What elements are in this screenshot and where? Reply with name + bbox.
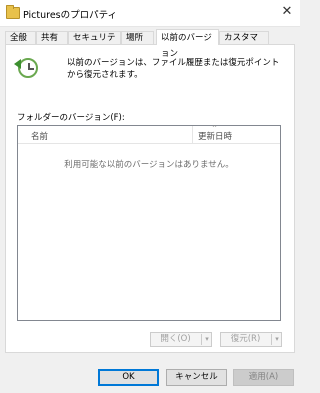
chevron-down-icon[interactable]: ▾ [272, 333, 282, 346]
restore-split-button[interactable]: 復元(R) ▾ [220, 332, 282, 347]
window-title: Picturesのプロパティ [23, 10, 118, 21]
tab-security[interactable]: セキュリティ [68, 31, 121, 56]
cancel-button[interactable]: キャンセル [166, 369, 227, 386]
sort-indicator-icon: ^ [212, 125, 218, 132]
open-split-button[interactable]: 開く(O) ▾ [150, 332, 212, 347]
folder-versions-label: フォルダーのバージョン(F): [17, 113, 125, 123]
tab-previous-versions[interactable]: 以前のバージョン [156, 29, 219, 59]
apply-button[interactable]: 適用(A) [233, 369, 294, 386]
close-button[interactable]: ✕ [280, 5, 294, 19]
tab-general[interactable]: 全般 [5, 31, 36, 44]
tab-sharing[interactable]: 共有 [36, 31, 68, 44]
folder-icon [6, 5, 20, 19]
title-bar: Picturesのプロパティ ✕ [0, 0, 300, 27]
tab-location[interactable]: 場所 [121, 31, 154, 44]
column-header-name[interactable]: 名前 [31, 130, 48, 142]
empty-list-message: 利用可能な以前のバージョンはありません。 [64, 160, 234, 170]
open-button-label: 開く(O) [160, 334, 191, 344]
column-divider[interactable] [192, 126, 193, 143]
restore-button-label: 復元(R) [230, 334, 261, 344]
list-header: 名前 更新日時 ^ [18, 125, 280, 144]
folder-versions-list[interactable]: 名前 更新日時 ^ 利用可能な以前のバージョンはありません。 [17, 125, 281, 321]
tab-strip: 全般 共有 セキュリティ 場所 以前のバージョン カスタマイズ [5, 29, 295, 59]
clock-restore-icon [14, 58, 38, 78]
tab-customize[interactable]: カスタマイズ [219, 31, 269, 56]
ok-button[interactable]: OK [98, 369, 159, 386]
chevron-down-icon[interactable]: ▾ [202, 333, 212, 346]
